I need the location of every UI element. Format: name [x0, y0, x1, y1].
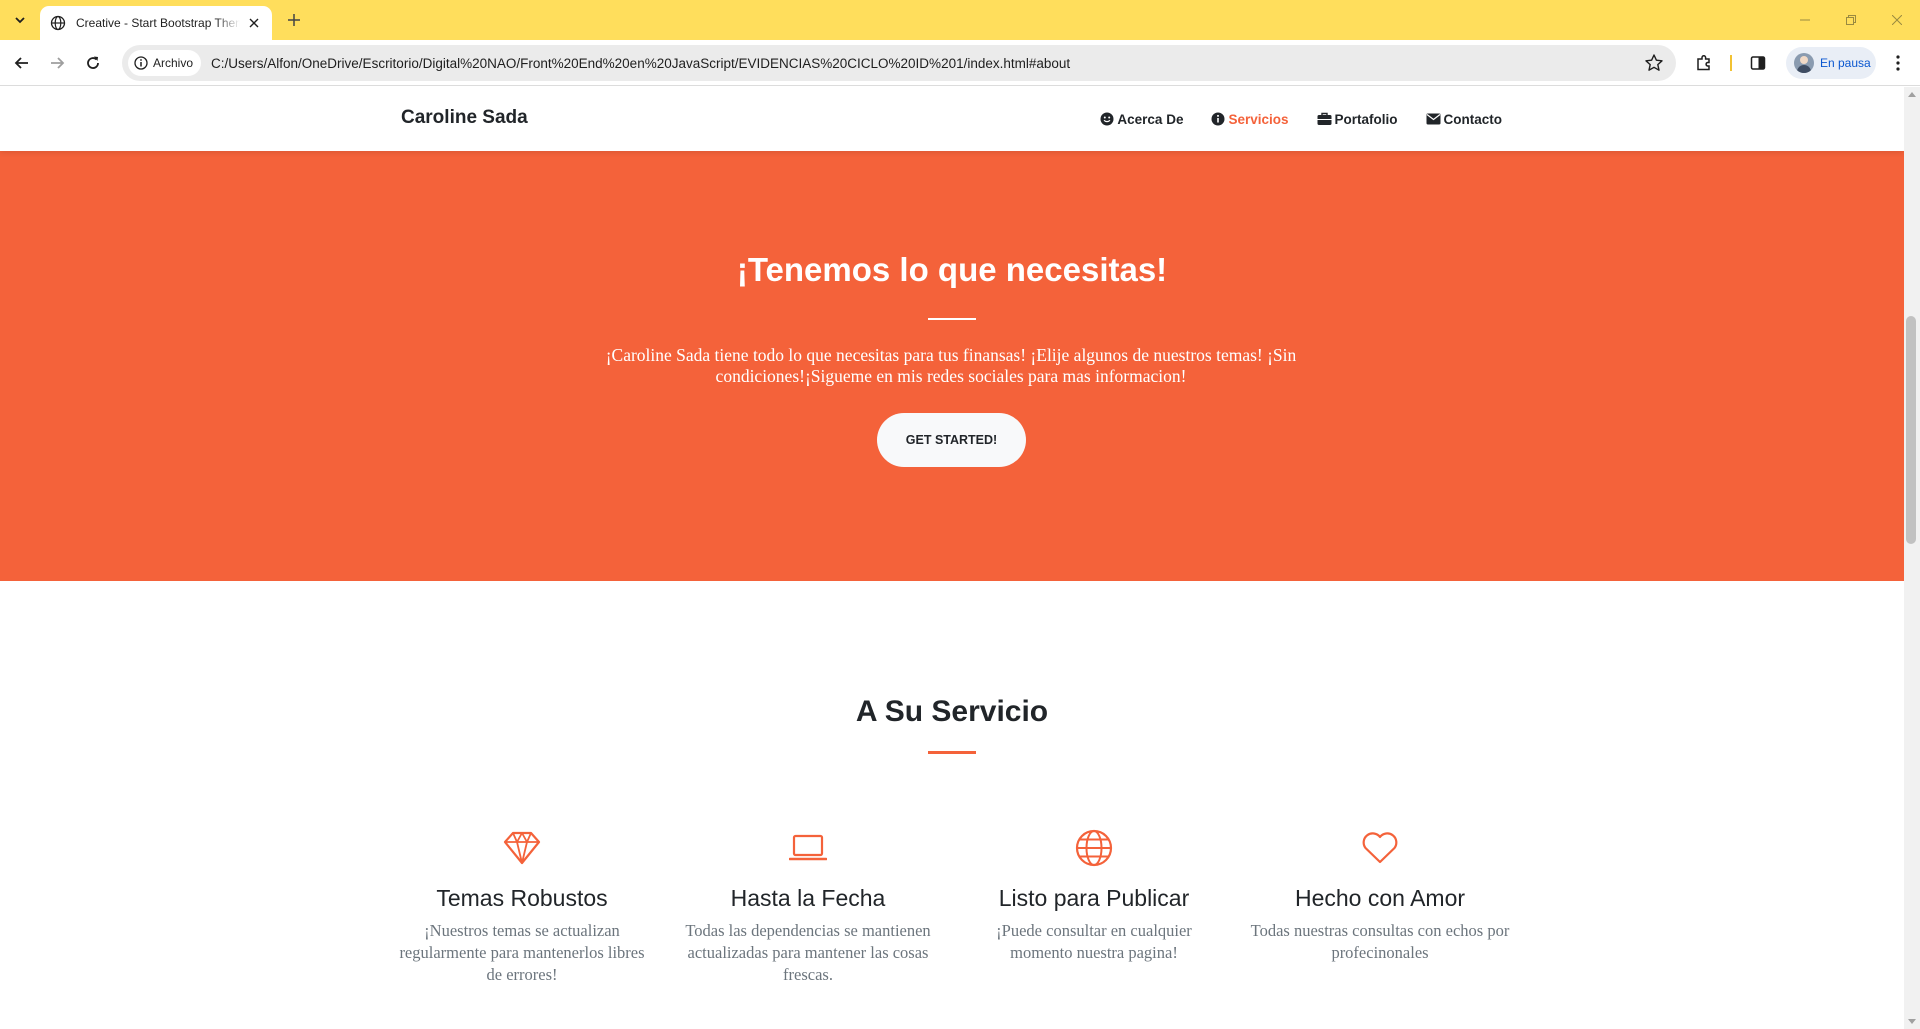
service-title: Hasta la Fecha — [730, 885, 886, 911]
service-card: Hecho con Amor Todas nuestras consultas … — [1250, 829, 1510, 964]
nav-link-label: Contacto — [1443, 111, 1503, 127]
profile-status: En pausa — [1820, 56, 1871, 70]
nav-links: Acerca De Servicios Portafolio Contacto — [1072, 87, 1502, 151]
services-title: A Su Servicio — [855, 695, 1049, 728]
heart-icon — [1362, 832, 1398, 864]
service-text: ¡Nuestros temas se actualizan regularmen… — [399, 921, 645, 984]
nav-link-label: Portafolio — [1334, 111, 1398, 127]
laptop-icon — [789, 834, 827, 861]
site-chip-label: Archivo — [153, 56, 194, 70]
site-info-chip[interactable]: Archivo — [128, 50, 202, 76]
browser-tab-active[interactable]: Creative - Start Bootstrap Theme — [40, 6, 272, 40]
service-card: Hasta la Fecha Todas las dependencias se… — [678, 829, 938, 986]
minimize-button[interactable] — [1782, 0, 1828, 40]
briefcase-icon — [1317, 112, 1331, 125]
url-text: C:/Users/Alfon/OneDrive/Escritorio/Digit… — [211, 55, 1071, 71]
browser-tab-strip: Creative - Start Bootstrap Theme — [0, 0, 1920, 40]
globe-icon — [1075, 829, 1113, 867]
nav-link-portafolio[interactable]: Portafolio — [1317, 112, 1398, 127]
close-window-button[interactable] — [1874, 0, 1920, 40]
service-title: Listo para Publicar — [998, 885, 1190, 911]
chevron-down-icon — [15, 17, 25, 24]
service-text: Todas las dependencias se mantienen actu… — [685, 921, 931, 984]
browser-menu-button[interactable] — [1886, 51, 1910, 75]
scrollbar-thumb[interactable] — [1906, 316, 1916, 544]
gem-icon — [503, 831, 541, 865]
new-tab-button[interactable] — [282, 8, 306, 32]
service-card: Listo para Publicar ¡Puede consultar en … — [964, 829, 1224, 964]
tab-search-button[interactable] — [8, 8, 32, 32]
arrow-left-icon — [14, 57, 28, 69]
brand-link[interactable]: Caroline Sada — [401, 107, 528, 129]
close-tab-icon[interactable] — [246, 15, 262, 31]
bookmark-star-icon[interactable] — [1644, 53, 1664, 73]
extensions-button[interactable] — [1692, 51, 1716, 75]
puzzle-icon — [1697, 54, 1710, 71]
nav-link-servicios[interactable]: Servicios — [1211, 111, 1289, 127]
reload-button[interactable] — [79, 49, 107, 77]
site-navbar: Caroline Sada Acerca De Servicios Portaf… — [0, 87, 1904, 151]
profile-button[interactable]: En pausa — [1786, 47, 1876, 79]
service-title: Hecho con Amor — [1294, 885, 1466, 911]
hero-section: ¡Tenemos lo que necesitas! ¡Caroline Sad… — [0, 151, 1904, 581]
scroll-down-arrow[interactable] — [1908, 1019, 1916, 1024]
service-text: Todas nuestras consultas con echos por p… — [1250, 921, 1510, 962]
side-panel-icon — [1750, 56, 1766, 70]
page-viewport: Caroline Sada Acerca De Servicios Portaf… — [0, 87, 1904, 1029]
hero-title: ¡Tenemos lo que necesitas! — [736, 251, 1168, 288]
nav-link-label: Servicios — [1228, 111, 1289, 127]
restore-button[interactable] — [1828, 0, 1874, 40]
hero-divider — [928, 318, 976, 320]
browser-toolbar: Archivo C:/Users/Alfon/OneDrive/Escritor… — [0, 40, 1920, 86]
services-divider — [928, 751, 976, 754]
avatar — [1794, 53, 1814, 73]
scroll-up-arrow[interactable] — [1908, 92, 1916, 97]
reload-icon — [87, 56, 99, 69]
toolbar-separator — [1730, 55, 1732, 71]
arrow-right-icon — [51, 57, 65, 69]
forward-button[interactable] — [43, 49, 71, 77]
tab-title: Creative - Start Bootstrap Theme — [76, 16, 240, 30]
address-bar[interactable]: Archivo C:/Users/Alfon/OneDrive/Escritor… — [122, 45, 1676, 81]
restore-icon — [1846, 15, 1856, 25]
back-button[interactable] — [8, 49, 36, 77]
hero-text: ¡Caroline Sada tiene todo lo que necesit… — [605, 345, 1297, 386]
plus-icon — [288, 14, 300, 26]
close-icon — [1892, 15, 1902, 25]
globe-icon — [50, 15, 66, 31]
service-card: Temas Robustos ¡Nuestros temas se actual… — [392, 829, 652, 986]
info-circle-icon — [134, 56, 148, 70]
service-title: Temas Robustos — [436, 885, 608, 911]
smile-icon — [1100, 112, 1114, 126]
nav-link-acerca-de[interactable]: Acerca De — [1100, 112, 1183, 127]
info-circle-icon — [1211, 112, 1225, 126]
side-panel-button[interactable] — [1746, 51, 1770, 75]
nav-link-label: Acerca De — [1117, 111, 1184, 127]
page-scrollbar[interactable] — [1904, 87, 1920, 1029]
get-started-button[interactable]: GET STARTED! — [877, 413, 1026, 467]
service-text: ¡Puede consultar en cualquier momento nu… — [996, 921, 1192, 962]
envelope-icon — [1426, 113, 1440, 125]
nav-link-contacto[interactable]: Contacto — [1426, 111, 1503, 127]
more-vertical-icon — [1896, 55, 1900, 71]
minimize-icon — [1800, 19, 1810, 21]
